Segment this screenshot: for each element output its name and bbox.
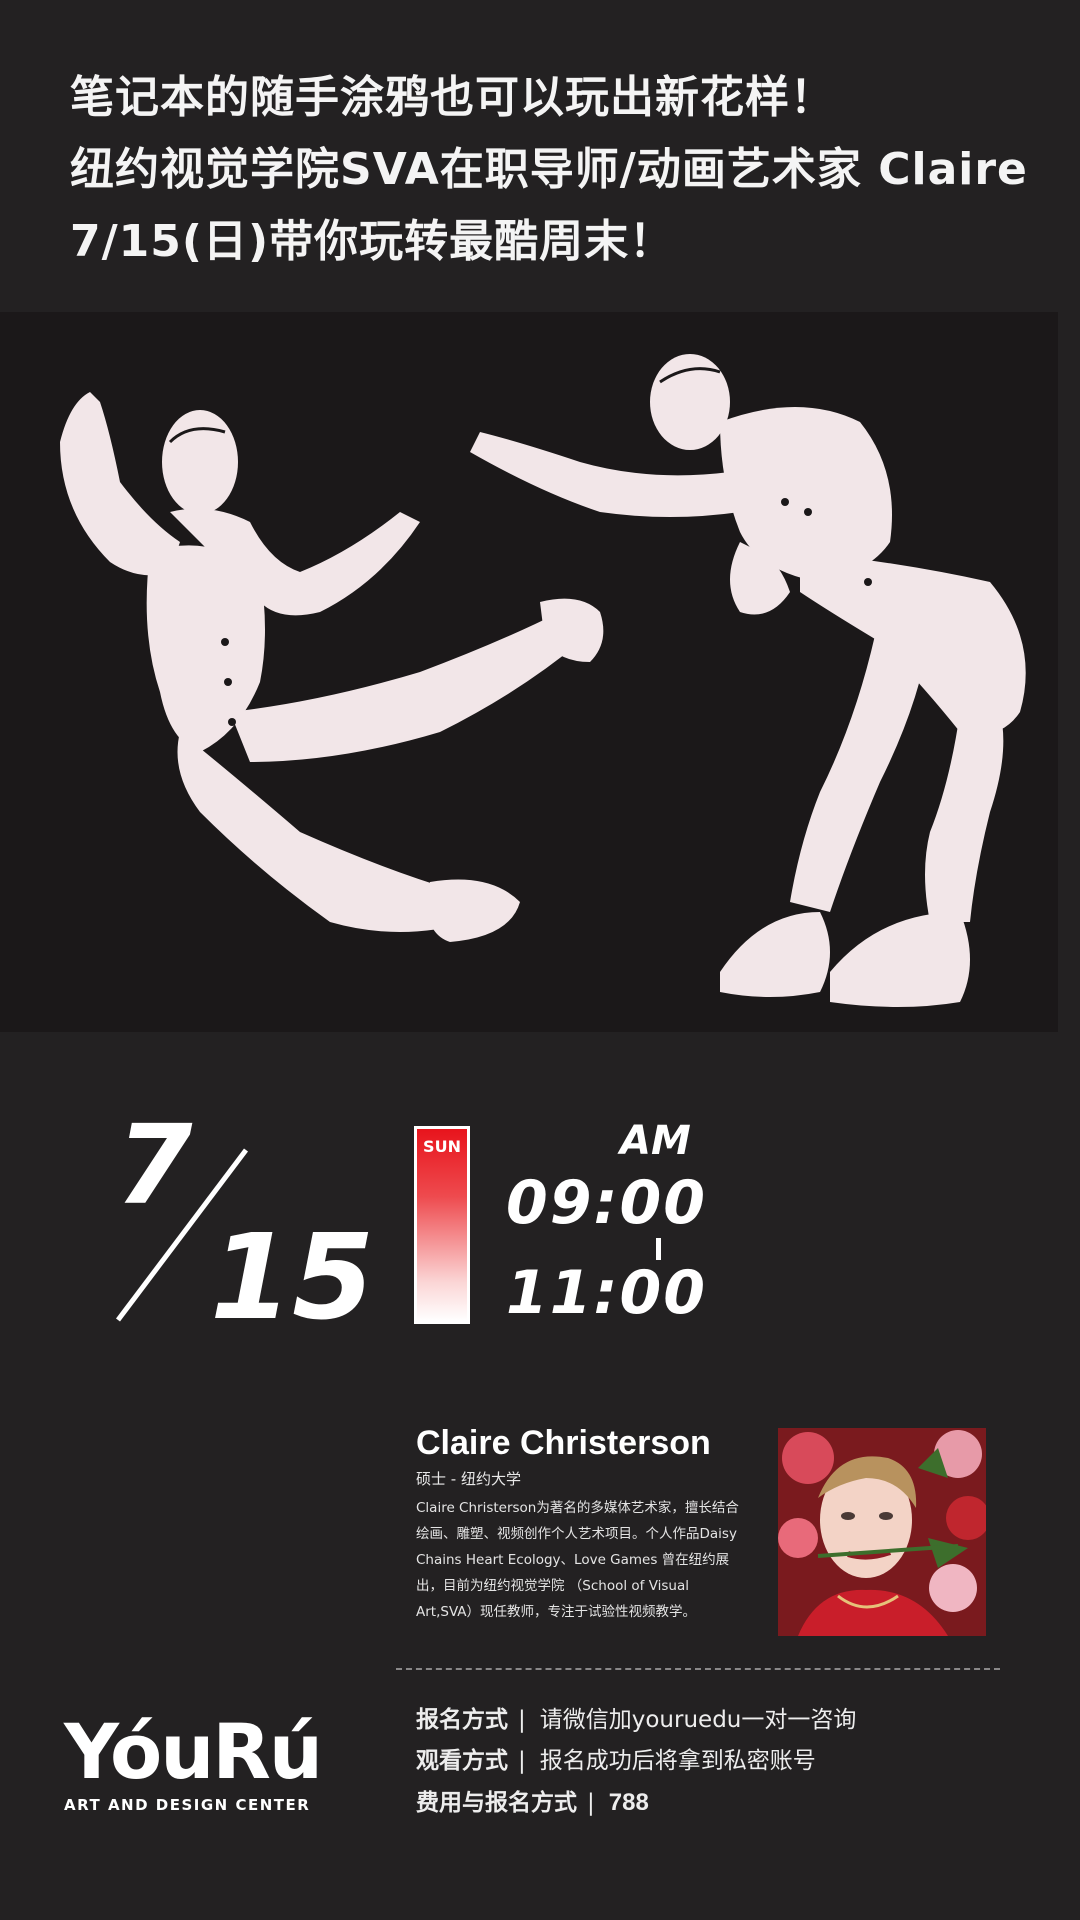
headline-line-2: 纽约视觉学院SVA在职导师/动画艺术家 Claire — [70, 144, 1028, 195]
info-row-viewing: 观看方式 | 报名成功后将拿到私密账号 — [416, 1741, 1056, 1782]
ampm-label: AM — [620, 1118, 691, 1164]
dancing-figures-illustration — [0, 312, 1058, 1032]
headline: 笔记本的随手涂鸦也可以玩出新花样！ 纽约视觉学院SVA在职导师/动画艺术家 Cl… — [70, 62, 1030, 278]
registration-info: 报名方式 | 请微信加youruedu一对一咨询 观看方式 | 报名成功后将拿到私密账号… — [416, 1700, 1056, 1823]
info-value: 请微信加youruedu一对一咨询 — [539, 1707, 857, 1733]
info-separator: | — [518, 1707, 526, 1733]
fee-value: 788 — [608, 1789, 649, 1816]
start-time: 09:00 — [506, 1168, 707, 1238]
event-day: 15 — [210, 1208, 375, 1346]
section-divider — [396, 1668, 1000, 1670]
event-date: 7 15 — [110, 1100, 390, 1346]
headline-line-3: 7/15(日)带你玩转最酷周末！ — [70, 216, 675, 267]
instructor-description: Claire Christerson为著名的多媒体艺术家，擅长结合绘画、雕塑、视… — [416, 1500, 739, 1620]
logo-wordmark: YóuRú — [64, 1707, 323, 1796]
info-label: 报名方式 — [416, 1707, 508, 1733]
info-row-signup: 报名方式 | 请微信加youruedu一对一咨询 — [416, 1700, 1056, 1741]
logo-subtitle: ART AND DESIGN CENTER — [64, 1796, 311, 1814]
info-value: 报名成功后将拿到私密账号 — [539, 1748, 816, 1774]
instructor-name: Claire Christerson — [416, 1424, 711, 1462]
weekday-label: SUN — [423, 1137, 461, 1156]
instructor-bio: Claire Christerson 硕士 - 纽约大学 Claire Chri… — [416, 1422, 746, 1625]
info-label: 观看方式 — [416, 1748, 508, 1774]
end-time: 11:00 — [506, 1258, 707, 1328]
yourou-logo: YóuRú ART AND DESIGN CENTER — [64, 1707, 344, 1815]
info-label: 费用与报名方式 — [416, 1790, 577, 1816]
info-row-fee: 费用与报名方式 | 788 — [416, 1782, 1056, 1823]
headline-line-1: 笔记本的随手涂鸦也可以玩出新花样！ — [70, 72, 835, 123]
info-separator: | — [587, 1790, 595, 1816]
instructor-degree: 硕士 - 纽约大学 — [416, 1470, 521, 1488]
instructor-portrait — [778, 1428, 986, 1636]
info-separator: | — [518, 1748, 526, 1774]
weekday-badge: SUN — [414, 1126, 470, 1324]
time-separator — [656, 1238, 661, 1260]
